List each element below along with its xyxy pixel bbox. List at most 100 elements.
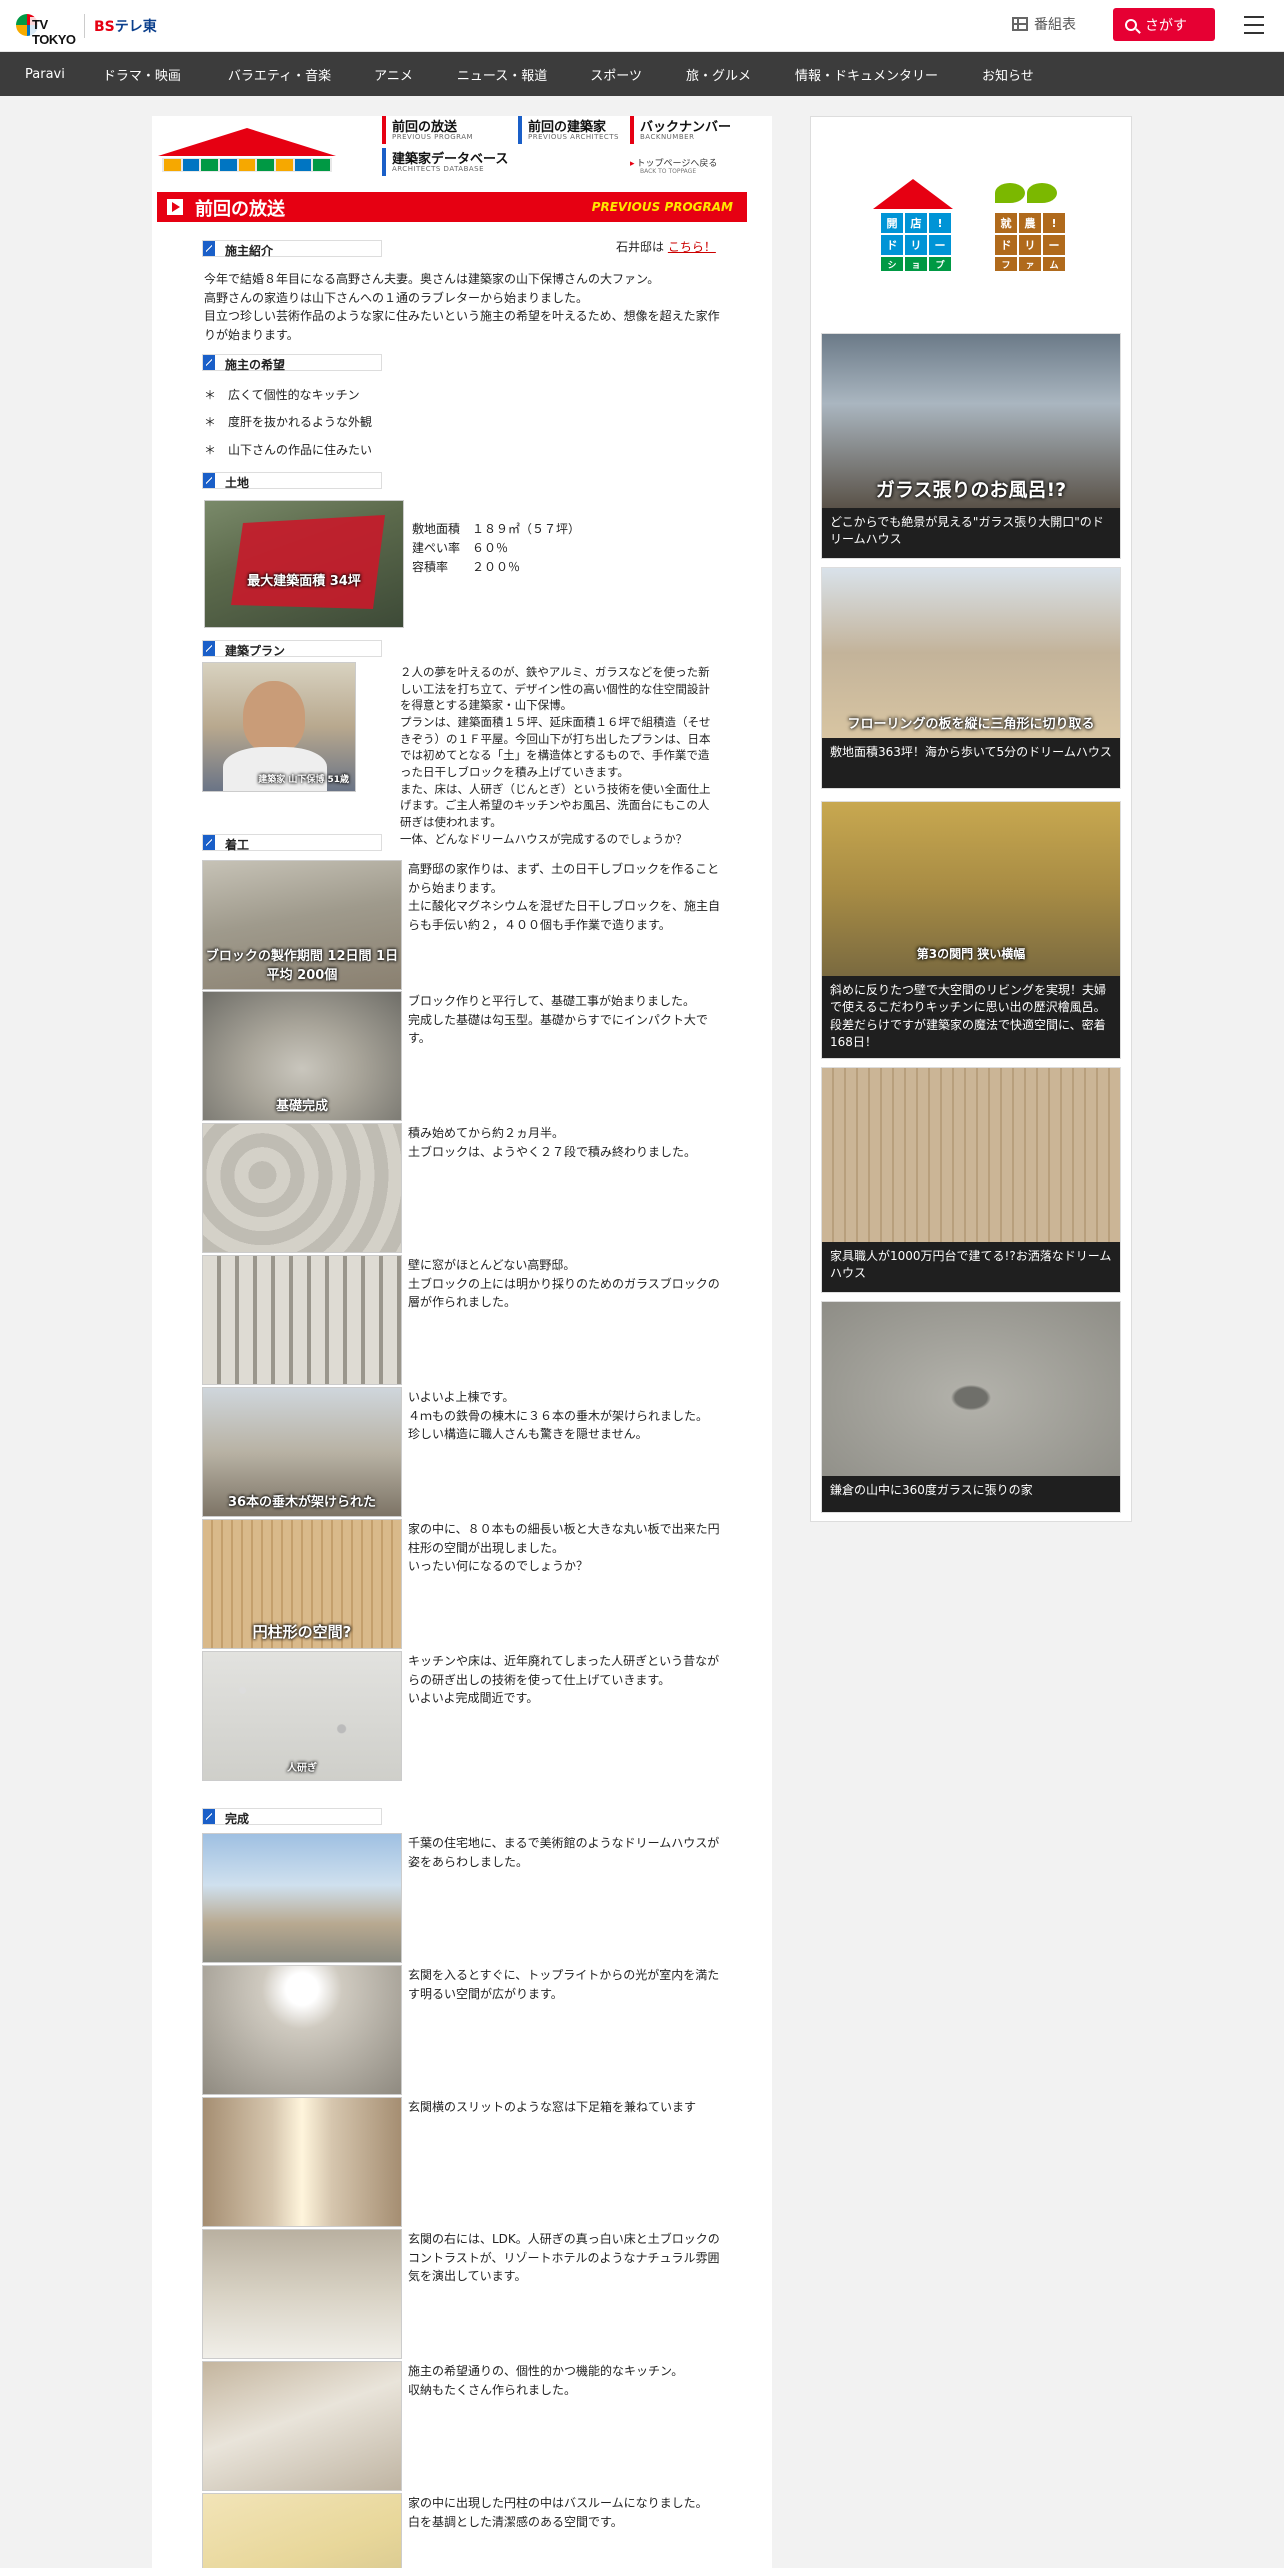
land-spec-area: 敷地面積 １８９㎡（５７坪） xyxy=(412,520,580,539)
construction-photo: 36本の垂木が架けられた xyxy=(202,1387,402,1517)
completion-photo xyxy=(202,1833,402,1963)
construction-text: 家の中に、８０本もの細長い板と大きな丸い板で出来た円柱形の空間が出現しました。 … xyxy=(408,1522,720,1574)
play-icon xyxy=(167,199,183,215)
sidebar-card[interactable]: ガラス張りのお風呂!? どこからでも絶景が見える"ガラス張り大開口"のドリームハ… xyxy=(821,333,1121,559)
land-area-value: １８９㎡（５７坪） xyxy=(472,522,581,536)
coverage-label: 建ぺい率 xyxy=(412,541,461,555)
logo-letter-tile: ム xyxy=(1043,257,1065,271)
sidebar-card[interactable]: 家具職人が1000万円台で建てる!?お洒落なドリームハウス xyxy=(821,1067,1121,1293)
land-plot-shape xyxy=(231,515,385,609)
nav-item-sports[interactable]: スポーツ xyxy=(590,65,642,84)
dream-house-logo[interactable] xyxy=(158,128,336,188)
sidebar-card-image: ガラス張りのお風呂!? xyxy=(822,334,1120,508)
sidebar-card-desc: 斜めに反りたつ壁で大空間のリビングを実現！夫婦で使えるこだわりキッチンに思い出の… xyxy=(822,976,1120,1058)
section-marker-icon xyxy=(203,241,215,256)
section-land-title: 土地 xyxy=(225,476,250,490)
construction-photo xyxy=(202,1255,402,1385)
section-completion-title: 完成 xyxy=(225,1812,250,1826)
sidebar-card-image xyxy=(822,1302,1120,1476)
construction-photo-caption: ブロックの製作期間 12日間 1日平均 200個 xyxy=(205,949,399,983)
nav-prev-architects-en: PREVIOUS ARCHITECTS xyxy=(528,133,619,141)
bs-logo-text: BS xyxy=(94,19,115,35)
logo-letter-tile: 就 xyxy=(995,213,1017,233)
section-marker-icon xyxy=(203,835,215,850)
completion-photo xyxy=(202,2097,402,2227)
dream-farm-logo[interactable]: 就 農 ! ド リ ー フ ァ ム xyxy=(987,179,1067,271)
logo-letter-tile: 農 xyxy=(1019,213,1041,233)
page-title: 前回の放送 xyxy=(195,199,285,220)
far-label: 容積率 xyxy=(412,560,449,574)
construction-photo-caption: 円柱形の空間? xyxy=(252,1623,352,1641)
construction-photo-caption: 人研ぎ xyxy=(287,1763,317,1774)
logo-letter-tile: 開 xyxy=(881,213,903,233)
section-marker-icon xyxy=(203,355,215,370)
logo-letter-tile: リ xyxy=(1019,235,1041,255)
back-to-top-en: BACK TO TOPPAGE xyxy=(640,168,697,175)
nav-item-travel[interactable]: 旅・グルメ xyxy=(686,65,751,84)
bs-teletou-logo[interactable]: BSテレ東 xyxy=(94,16,157,36)
nav-prev-program-en: PREVIOUS PROGRAM xyxy=(392,133,474,141)
ishii-house-link[interactable]: こちら！ xyxy=(668,240,716,254)
nav-item-drama[interactable]: ドラマ・映画 xyxy=(103,65,181,84)
search-icon xyxy=(1125,18,1137,31)
far-value: ２００％ xyxy=(472,560,521,574)
plan-text: ２人の夢を叶えるのが、鉄やアルミ、ガラスなどを使った新しい工法を打ち立て、デザイ… xyxy=(400,665,711,846)
sidebar-card-image: フローリングの板を縦に三角形に切り取る xyxy=(822,568,1120,738)
tv-tokyo-logo[interactable]: TV TOKYO xyxy=(16,12,78,47)
construction-photo xyxy=(202,1123,402,1253)
section-plan: 建築プラン xyxy=(202,640,382,658)
sidebar-card[interactable]: 第3の関門 狭い横幅 斜めに反りたつ壁で大空間のリビングを実現！夫婦で使えるこだ… xyxy=(821,801,1121,1059)
nav-item-paravi[interactable]: Paravi xyxy=(25,67,65,82)
roof-shape xyxy=(158,128,336,156)
menu-icon[interactable] xyxy=(1244,16,1264,34)
logo-letter-tile: ! xyxy=(1043,213,1065,233)
completion-text: 玄関を入るとすぐに、トップライトからの光が室内を満たす明るい空間が広がります。 xyxy=(408,1968,720,2001)
land-photo: 最大建築面積 34坪 xyxy=(204,500,404,628)
tv-tokyo-logo-text: TV TOKYO xyxy=(30,17,78,47)
construction-photo-caption: 36本の垂木が架けられた xyxy=(227,1495,377,1510)
construction-photo: 円柱形の空間? xyxy=(202,1519,402,1649)
construction-photo: 基礎完成 xyxy=(202,991,402,1121)
logo-letter-tile: プ xyxy=(929,257,951,271)
logo-letter-tile: ド xyxy=(995,235,1017,255)
construction-text: ブロック作りと平行して、基礎工事が始まりました。 完成した基礎は勾玉型。基礎から… xyxy=(408,994,708,1046)
completion-text: 玄関の右には、LDK。人研ぎの真っ白い床と土ブロックのコントラストが、リゾートホ… xyxy=(408,2232,720,2284)
sidebar-card-desc: 敷地面積363坪！海から歩いて5分のドリームハウス xyxy=(822,738,1120,788)
section-client-wishes: 施主の希望 xyxy=(202,354,382,372)
land-spec-far: 容積率 ２００％ xyxy=(412,558,520,577)
logo-letter-tile: ド xyxy=(881,235,903,255)
search-button[interactable]: さがす xyxy=(1113,8,1215,41)
section-completion: 完成 xyxy=(202,1808,382,1826)
land-spec-coverage: 建ぺい率 ６０％ xyxy=(412,539,508,558)
nav-item-anime[interactable]: アニメ xyxy=(374,65,413,84)
program-guide-link[interactable]: 番組表 xyxy=(1012,14,1076,34)
completion-text: 千葉の住宅地に、まるで美術館のようなドリームハウスが姿をあらわしました。 xyxy=(408,1836,720,1869)
dream-shop-logo[interactable]: 開 店 ! ド リ ー シ ョ プ xyxy=(873,179,953,271)
logo-letter-tile: シ xyxy=(881,257,903,271)
sidebar-card-image: 第3の関門 狭い横幅 xyxy=(822,802,1120,976)
logo-letter-tile: リ xyxy=(905,235,927,255)
logo-letter-tile: フ xyxy=(995,257,1017,271)
sidebar-card-desc: 家具職人が1000万円台で建てる!?お洒落なドリームハウス xyxy=(822,1242,1120,1292)
program-guide-icon xyxy=(1012,17,1028,31)
wish-item: 山下さんの作品に住みたい xyxy=(204,441,372,458)
land-area-label: 敷地面積 xyxy=(412,522,461,536)
logo-letter-tile: ァ xyxy=(1019,257,1041,271)
section-construction: 着工 xyxy=(202,834,382,852)
sidebar-card[interactable]: 鎌倉の山中に360度ガラスに張りの家 xyxy=(821,1301,1121,1513)
construction-text: キッチンや床は、近年廃れてしまった人研ぎという昔ながらの研ぎ出しの技術を使って仕… xyxy=(408,1654,720,1706)
teletou-logo-text: テレ東 xyxy=(114,19,157,35)
nav-item-info[interactable]: 情報・ドキュメンタリー xyxy=(795,65,938,84)
client-intro-text: 今年で結婚８年目になる高野さん夫妻。奥さんは建築家の山下保博さんの大ファン。 高… xyxy=(204,272,720,342)
nav-backnumber-en: BACKNUMBER xyxy=(640,133,695,141)
nav-item-news[interactable]: ニュース・報道 xyxy=(457,65,547,84)
sidebar-card-overlay: 第3の関門 狭い横幅 xyxy=(916,947,1026,961)
nav-item-variety[interactable]: バラエティ・音楽 xyxy=(228,65,331,84)
completion-photo xyxy=(202,2229,402,2359)
sidebar-card-overlay: フローリングの板を縦に三角形に切り取る xyxy=(847,717,1095,732)
construction-photo: 人研ぎ xyxy=(202,1651,402,1781)
section-client-intro-title: 施主紹介 xyxy=(225,244,274,258)
sidebar-card[interactable]: フローリングの板を縦に三角形に切り取る 敷地面積363坪！海から歩いて5分のドリ… xyxy=(821,567,1121,789)
nav-item-notice[interactable]: お知らせ xyxy=(982,65,1034,84)
completion-text: 玄関横のスリットのような窓は下足箱を兼ねています xyxy=(408,2100,697,2114)
